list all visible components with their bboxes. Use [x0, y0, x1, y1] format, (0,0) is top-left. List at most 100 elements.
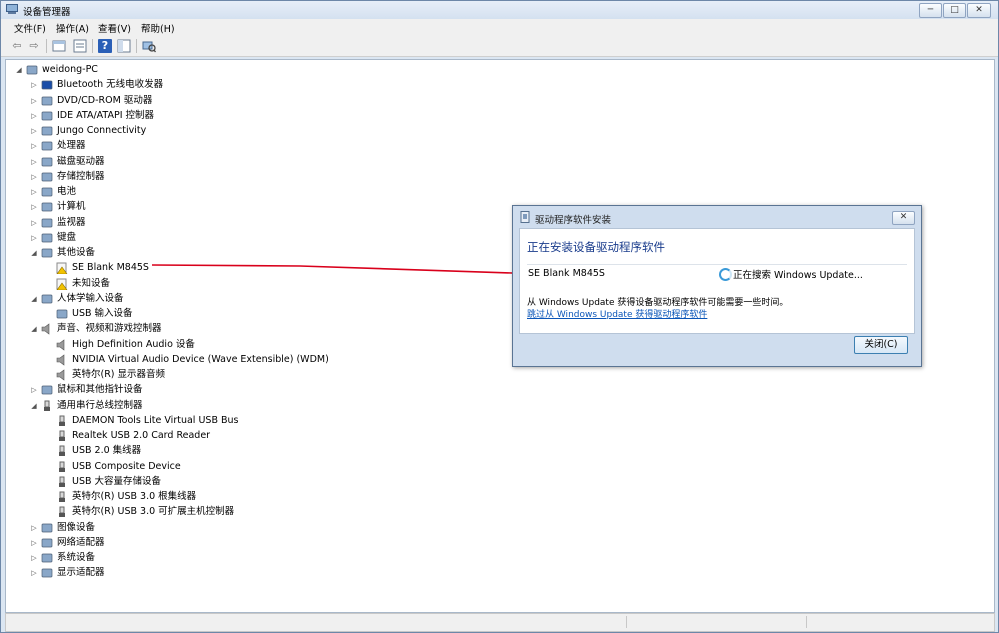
usb-plug-icon	[59, 491, 65, 502]
expand-arrow-icon[interactable]: ▷	[30, 170, 38, 184]
network-adapter-icon	[41, 538, 53, 548]
hid-device-icon	[56, 309, 68, 319]
skip-windows-update-link[interactable]: 跳过从 Windows Update 获得驱动程序软件	[527, 307, 707, 320]
expand-arrow-icon[interactable]: ▷	[30, 216, 38, 230]
device-manager-app-icon	[6, 4, 18, 14]
collapse-arrow-icon[interactable]: ◢	[30, 322, 38, 336]
expand-arrow-icon[interactable]: ▷	[30, 185, 38, 199]
computer-icon	[41, 202, 53, 212]
usb-plug-icon	[59, 506, 65, 518]
speaker-icon	[56, 338, 65, 351]
tree-item-label: Bluetooth 无线电收发器	[57, 79, 164, 91]
tree-item-label: NVIDIA Virtual Audio Device (Wave Extens…	[72, 353, 329, 365]
tree-item-label: 显示适配器	[57, 567, 105, 579]
collapse-arrow-icon[interactable]: ◢	[30, 292, 38, 306]
driver-install-icon	[520, 211, 530, 223]
storage-controller-icon	[41, 172, 53, 182]
close-window-button[interactable]: ✕	[967, 3, 991, 18]
computer-root-icon	[26, 65, 38, 75]
toolbar-separator	[92, 39, 93, 53]
expand-arrow-icon[interactable]: ▷	[30, 124, 38, 138]
usb-plug-icon	[59, 476, 65, 487]
tree-item-label: 磁盘驱动器	[57, 155, 105, 167]
menu-action[interactable]: 操作(A)	[56, 21, 89, 35]
tree-item-label: weidong-PC	[42, 64, 98, 75]
dialog-heading: 正在安装设备驱动程序软件	[527, 240, 665, 254]
driver-install-dialog: 驱动程序软件安装 ✕ 正在安装设备驱动程序软件 SE Blank M845S 正…	[512, 205, 922, 367]
expand-arrow-icon[interactable]: ▷	[30, 231, 38, 245]
tree-item-label: Realtek USB 2.0 Card Reader	[72, 430, 211, 441]
tree-item-label: DAEMON Tools Lite Virtual USB Bus	[72, 414, 239, 426]
tree-item-label: 电池	[57, 186, 77, 197]
help-icon[interactable]: ?	[98, 39, 112, 53]
searching-spinner-icon	[719, 268, 732, 281]
monitor-icon	[41, 218, 53, 227]
tree-item-label: IDE ATA/ATAPI 控制器	[57, 109, 155, 121]
speaker-icon	[56, 369, 65, 381]
back-icon[interactable]: ⇦	[10, 39, 24, 53]
expand-arrow-icon[interactable]: ▷	[30, 155, 38, 169]
usb-plug-icon	[59, 430, 65, 441]
dialog-close-button[interactable]: 关闭(C)	[854, 336, 908, 354]
unknown-device-warning-icon	[56, 262, 68, 275]
tree-item-label: High Definition Audio 设备	[72, 338, 195, 350]
expand-arrow-icon[interactable]: ▷	[30, 139, 38, 153]
dialog-title-bar: 驱动程序软件安装 ✕	[513, 206, 921, 228]
sound-icon	[41, 323, 50, 335]
collapse-arrow-icon[interactable]: ◢	[15, 63, 23, 77]
window-title: 设备管理器	[23, 7, 71, 18]
tree-item-label: 声音、视频和游戏控制器	[57, 323, 162, 335]
ide-controller-icon	[41, 111, 53, 121]
collapse-arrow-icon[interactable]: ◢	[30, 246, 38, 260]
bluetooth-icon	[41, 80, 53, 90]
menu-file[interactable]: 文件(F)	[14, 21, 46, 35]
title-bar: 设备管理器 ─ □ ✕	[1, 1, 998, 19]
expand-arrow-icon[interactable]: ▷	[30, 94, 38, 108]
expand-arrow-icon[interactable]: ▷	[30, 200, 38, 214]
dvd-drive-icon	[41, 96, 53, 105]
install-status: 正在搜索 Windows Update...	[733, 270, 863, 281]
installing-device-name: SE Blank M845S	[528, 268, 605, 279]
status-divider	[806, 616, 807, 628]
menu-view[interactable]: 查看(V)	[98, 21, 131, 35]
toolbar-separator	[136, 39, 137, 53]
scan-hardware-icon[interactable]	[142, 39, 156, 53]
show-hide-icon[interactable]	[73, 39, 87, 53]
speaker-icon	[56, 354, 65, 366]
tree-item-label: USB 大容量存储设备	[72, 475, 162, 487]
forward-icon[interactable]: ⇨	[27, 39, 41, 53]
toolbar: ⇦ ⇨ ?	[1, 36, 998, 57]
console-tree-icon[interactable]	[117, 39, 131, 53]
tree-item-label: SE Blank M845S	[72, 262, 149, 274]
dialog-title: 驱动程序软件安装	[535, 215, 612, 226]
expand-arrow-icon[interactable]: ▷	[30, 383, 38, 397]
tree-item-label: 图像设备	[57, 521, 96, 533]
expand-arrow-icon[interactable]: ▷	[30, 551, 38, 565]
maximize-button[interactable]: □	[943, 3, 966, 18]
collapse-arrow-icon[interactable]: ◢	[30, 399, 38, 413]
display-adapter-icon	[41, 568, 53, 578]
minimize-button[interactable]: ─	[919, 3, 942, 18]
tree-item-label: 计算机	[57, 201, 86, 213]
dialog-content: 正在安装设备驱动程序软件 SE Blank M845S 正在搜索 Windows…	[519, 228, 915, 334]
tree-item-label: 系统设备	[57, 552, 96, 563]
usb-plug-icon	[59, 445, 65, 457]
tree-item-label: USB 输入设备	[72, 308, 133, 319]
tree-item-label: 通用串行总线控制器	[57, 399, 143, 411]
tree-item-label: 处理器	[57, 140, 86, 152]
expand-arrow-icon[interactable]: ▷	[30, 536, 38, 550]
tree-item-label: Jungo Connectivity	[57, 125, 147, 136]
other-devices-icon	[41, 248, 53, 258]
menu-help[interactable]: 帮助(H)	[141, 21, 175, 35]
tree-item-label: 监视器	[57, 216, 86, 228]
keyboard-icon	[41, 233, 53, 243]
expand-arrow-icon[interactable]: ▷	[30, 566, 38, 580]
jungo-icon	[41, 126, 53, 136]
dialog-close-x-button[interactable]: ✕	[892, 211, 915, 225]
expand-arrow-icon[interactable]: ▷	[30, 521, 38, 535]
expand-arrow-icon[interactable]: ▷	[30, 78, 38, 92]
mouse-icon	[41, 385, 53, 395]
properties-icon[interactable]	[52, 39, 66, 53]
expand-arrow-icon[interactable]: ▷	[30, 109, 38, 123]
tree-item-label: 英特尔(R) USB 3.0 可扩展主机控制器	[72, 506, 235, 518]
